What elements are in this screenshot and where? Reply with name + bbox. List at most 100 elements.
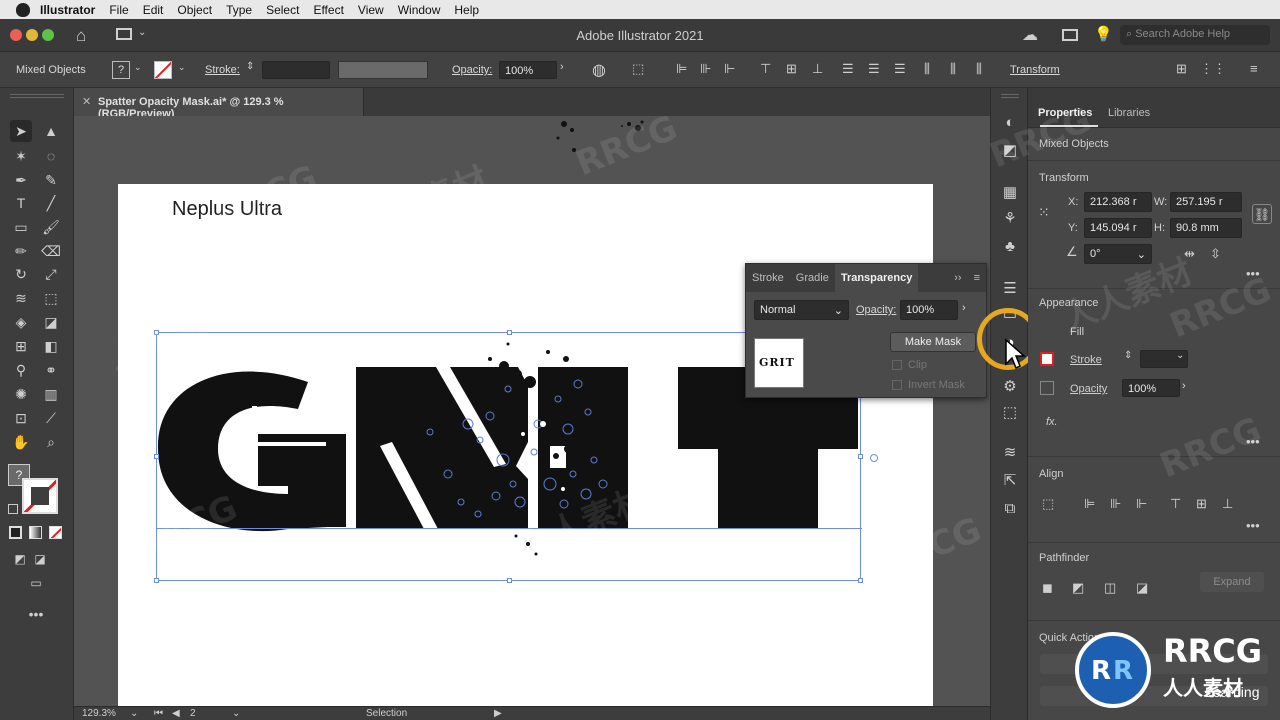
resize-handle[interactable]: [507, 578, 512, 583]
pencil-tool-icon[interactable]: ✏: [10, 240, 32, 262]
resize-handle[interactable]: [154, 330, 159, 335]
resize-handle[interactable]: [858, 578, 863, 583]
distribute-left-icon[interactable]: ⫼: [924, 61, 930, 77]
type-tool-icon[interactable]: T: [10, 192, 32, 214]
menu-type[interactable]: Type: [226, 3, 252, 17]
first-artboard-icon[interactable]: ⏮: [154, 708, 163, 719]
chevron-right-icon[interactable]: ›: [560, 61, 564, 73]
stroke-weight-stepper[interactable]: ⇕: [1124, 350, 1132, 361]
document-tab[interactable]: ✕ Spatter Opacity Mask.ai* @ 129.3 % (RG…: [74, 88, 364, 120]
stroke-label[interactable]: Stroke:: [205, 64, 240, 76]
menu-edit[interactable]: Edit: [143, 3, 164, 17]
free-transform-tool-icon[interactable]: ⬚: [40, 287, 62, 309]
resize-handle[interactable]: [154, 454, 159, 459]
opacity-field[interactable]: 100%: [499, 61, 557, 79]
artboard-tool-icon[interactable]: ⊡: [10, 407, 32, 429]
resize-handle[interactable]: [154, 578, 159, 583]
help-search-input[interactable]: ⌕ Search Adobe Help: [1120, 25, 1270, 45]
align-to-icon[interactable]: ⬚: [632, 61, 644, 77]
align-center-icon[interactable]: ⊪: [1110, 496, 1121, 512]
x-field[interactable]: 212.368 r: [1084, 192, 1152, 212]
chevron-right-icon[interactable]: ›: [1182, 380, 1186, 392]
artboard-dropdown-chevron-icon[interactable]: ⌄: [232, 708, 240, 719]
stroke-panel-icon[interactable]: ☰: [991, 276, 1029, 302]
symbols-icon[interactable]: ♣: [991, 234, 1029, 260]
align-bottom-icon[interactable]: ⊥: [1222, 496, 1233, 512]
curvature-tool-icon[interactable]: ✎: [40, 169, 62, 191]
flip-horizontal-icon[interactable]: ⇹: [1184, 246, 1195, 262]
direct-selection-tool-icon[interactable]: ▲: [40, 120, 62, 142]
lightbulb-icon[interactable]: 💡: [1094, 25, 1113, 43]
default-colors-icon[interactable]: [8, 504, 18, 514]
y-field[interactable]: 145.094 r: [1084, 218, 1152, 238]
slice-tool-icon[interactable]: ⟋: [40, 407, 62, 429]
close-tab-icon[interactable]: ✕: [82, 95, 91, 108]
transform-link[interactable]: Transform: [1010, 64, 1060, 76]
align-middle-icon[interactable]: ⊞: [786, 61, 797, 77]
distribute-bottom-icon[interactable]: ☰: [894, 61, 906, 77]
zoom-level[interactable]: 129.3%: [82, 708, 116, 719]
resize-handle[interactable]: [507, 330, 512, 335]
chevron-right-icon[interactable]: ›: [962, 302, 966, 314]
collapse-panel-icon[interactable]: ››: [948, 272, 967, 284]
align-left-icon[interactable]: ⊫: [676, 61, 687, 77]
width-tool-icon[interactable]: ≋: [10, 287, 32, 309]
variable-width-profile[interactable]: [338, 61, 428, 79]
constrain-proportions-icon[interactable]: ⛓: [1252, 204, 1272, 224]
none-mode-icon[interactable]: [49, 526, 62, 539]
expand-button[interactable]: Expand: [1200, 572, 1264, 592]
align-to-icon[interactable]: ⬚: [1042, 496, 1054, 512]
menu-select[interactable]: Select: [266, 3, 299, 17]
panel-menu-icon[interactable]: ≡: [968, 272, 986, 284]
rotate-angle-field[interactable]: 0° ⌄: [1084, 244, 1152, 264]
more-transform-options-icon[interactable]: •••: [1246, 266, 1260, 281]
asset-export-icon[interactable]: ⬚: [991, 400, 1029, 426]
recolor-artwork-icon[interactable]: ◍: [592, 60, 606, 80]
rotate-tool-icon[interactable]: ↻: [10, 263, 32, 285]
align-right-icon[interactable]: ⊩: [724, 61, 735, 77]
stroke-color-swatch[interactable]: [22, 478, 58, 514]
fx-effects-button[interactable]: fx.: [1046, 416, 1058, 428]
shape-builder-tool-icon[interactable]: ◈: [10, 311, 32, 333]
lasso-tool-icon[interactable]: ◌: [40, 145, 62, 167]
resize-handle[interactable]: [858, 454, 863, 459]
grid-options-icon[interactable]: ⋮⋮: [1200, 61, 1226, 77]
menu-app[interactable]: Illustrator: [40, 3, 95, 17]
distribute-top-icon[interactable]: ☰: [842, 61, 854, 77]
export-icon[interactable]: ⇱: [991, 468, 1029, 494]
swatches-icon[interactable]: ▦: [991, 180, 1029, 206]
gradient-mode-icon[interactable]: [29, 526, 42, 539]
align-center-icon[interactable]: ⊪: [700, 61, 711, 77]
color-mode-icon[interactable]: [9, 526, 22, 539]
intersect-icon[interactable]: ◫: [1104, 580, 1116, 596]
flip-vertical-icon[interactable]: ⇳: [1210, 246, 1221, 262]
align-top-icon[interactable]: ⊤: [760, 61, 771, 77]
drawing-mode-icon[interactable]: ◩: [9, 548, 31, 570]
stroke-dropdown-chevron-icon[interactable]: ⌄: [178, 62, 186, 73]
zoom-dropdown-chevron-icon[interactable]: ⌄: [130, 708, 138, 719]
toolbar-grip[interactable]: [10, 94, 64, 98]
distribute-center-icon[interactable]: ⫼: [950, 61, 956, 77]
layers-icon[interactable]: ≋: [991, 440, 1029, 466]
brushes-icon[interactable]: ⚘: [991, 206, 1029, 232]
reference-point-icon[interactable]: ⁙: [1038, 204, 1050, 221]
symbol-sprayer-tool-icon[interactable]: ✺: [10, 383, 32, 405]
w-field[interactable]: 257.195 r: [1170, 192, 1242, 212]
pen-tool-icon[interactable]: ✒: [10, 169, 32, 191]
edit-toolbar-icon[interactable]: •••: [25, 603, 47, 625]
status-menu-arrow-icon[interactable]: ▶: [494, 708, 502, 719]
live-paint-tool-icon[interactable]: ◪: [40, 311, 62, 333]
opacity-label[interactable]: Opacity:: [452, 64, 492, 76]
center-point-handle[interactable]: [870, 454, 878, 462]
tab-transparency[interactable]: Transparency: [834, 264, 919, 292]
zoom-tool-icon[interactable]: ⌕: [40, 431, 62, 453]
exclude-icon[interactable]: ◪: [1136, 580, 1148, 596]
blend-tool-icon[interactable]: ⚭: [40, 359, 62, 381]
stroke-weight-stepper[interactable]: ⇕: [246, 61, 254, 72]
gradient-tool-icon[interactable]: ◧: [40, 335, 62, 357]
artboard-number[interactable]: 2: [190, 708, 196, 719]
invert-mask-checkbox[interactable]: [892, 380, 902, 390]
artwork-thumbnail[interactable]: GRIT: [754, 338, 804, 388]
chevron-down-icon[interactable]: ⌄: [1176, 350, 1184, 361]
minus-front-icon[interactable]: ◩: [1072, 580, 1084, 596]
